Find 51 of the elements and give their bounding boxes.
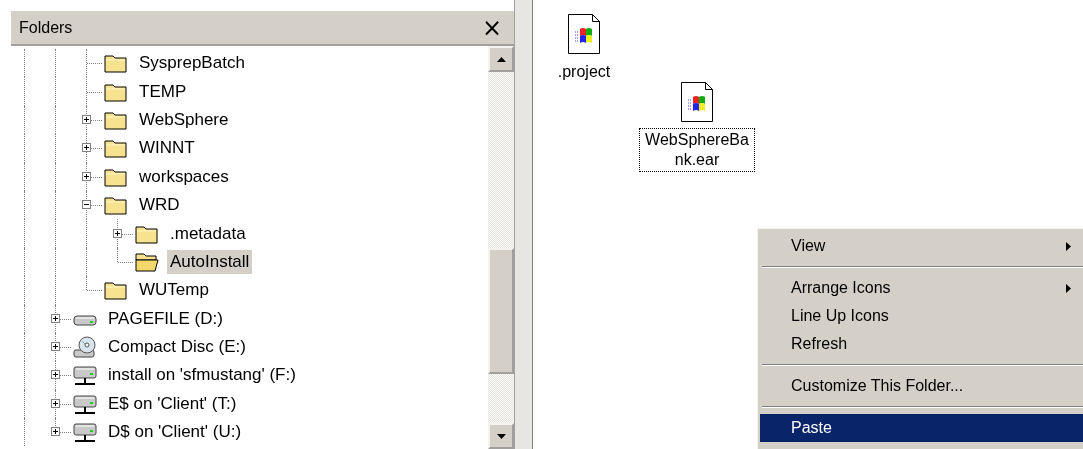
expand-icon[interactable] xyxy=(51,398,60,408)
tree-item[interactable]: AutoInstall xyxy=(167,249,253,274)
menu-item[interactable]: Refresh xyxy=(760,330,1083,358)
expand-icon[interactable] xyxy=(82,143,91,153)
menu-item[interactable]: Paste xyxy=(760,414,1083,442)
folder-icon xyxy=(104,52,128,75)
down-arrow-icon xyxy=(496,433,506,439)
tree-item[interactable]: workspaces xyxy=(136,164,232,189)
tree-item[interactable]: SysprepBatch xyxy=(136,51,248,76)
scroll-down-button[interactable] xyxy=(488,423,514,449)
expand-icon[interactable] xyxy=(51,427,60,437)
close-button[interactable]: × xyxy=(477,15,506,40)
expand-icon[interactable] xyxy=(82,171,91,181)
file-name[interactable]: .project xyxy=(554,60,614,84)
menu-item[interactable]: Line Up Icons xyxy=(760,302,1083,330)
collapse-icon[interactable] xyxy=(82,200,91,210)
pane-title: Folders xyxy=(19,18,73,37)
tree-item[interactable]: WUTemp xyxy=(136,278,212,303)
expand-icon[interactable] xyxy=(51,342,60,352)
expand-icon[interactable] xyxy=(51,313,60,323)
folder-icon xyxy=(104,279,128,302)
up-arrow-icon xyxy=(496,56,506,62)
menu-item[interactable]: Arrange Icons xyxy=(760,274,1083,302)
menu-item[interactable]: View xyxy=(760,232,1083,260)
tree-item[interactable]: .metadata xyxy=(167,221,249,246)
file-icon[interactable] xyxy=(568,14,600,54)
cd-drive-icon xyxy=(73,336,97,359)
open-folder-icon xyxy=(135,250,159,273)
tree-item[interactable]: PAGEFILE (D:) xyxy=(105,306,226,331)
scroll-up-button[interactable] xyxy=(488,46,514,72)
file-name[interactable]: WebSphereBank.ear xyxy=(639,128,755,172)
expand-icon[interactable] xyxy=(51,370,60,380)
tree-item[interactable]: install on 'sfmustang' (F:) xyxy=(105,363,299,388)
network-drive-icon xyxy=(73,392,97,415)
folder-icon xyxy=(104,137,128,160)
scrollbar[interactable] xyxy=(488,46,514,449)
menu-item[interactable]: Customize This Folder... xyxy=(760,372,1083,400)
network-drive-icon xyxy=(73,364,97,387)
tree-item[interactable]: D$ on 'Client' (U:) xyxy=(105,420,245,445)
tree-item[interactable]: TEMP xyxy=(136,79,190,104)
folder-icon xyxy=(104,194,128,217)
tree-item[interactable]: Compact Disc (E:) xyxy=(105,335,249,360)
scroll-thumb[interactable] xyxy=(488,248,514,374)
expand-icon[interactable] xyxy=(82,114,91,124)
expand-icon[interactable] xyxy=(113,228,122,238)
tree-item[interactable]: WINNT xyxy=(136,136,198,161)
tree-item[interactable]: E$ on 'Client' (T:) xyxy=(105,391,240,416)
network-drive-icon xyxy=(73,421,97,444)
tree-item[interactable]: WRD xyxy=(136,193,183,218)
tree-item[interactable]: WebSphere xyxy=(136,107,232,132)
file-icon[interactable] xyxy=(681,82,713,122)
